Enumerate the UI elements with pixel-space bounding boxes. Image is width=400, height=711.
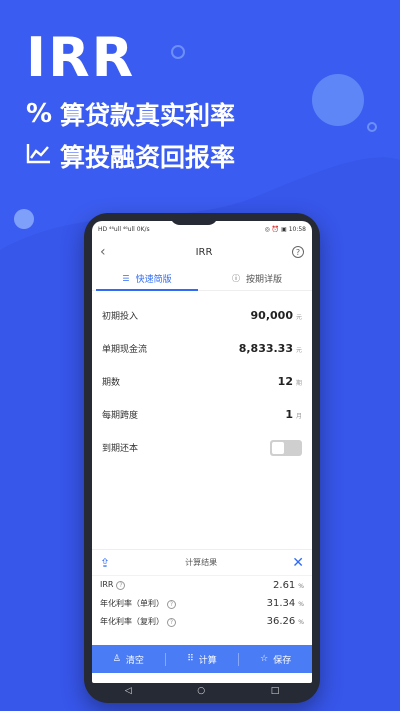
calculate-button[interactable]: ⠿ 计算 [166, 652, 240, 666]
share-icon[interactable]: ⇪ [100, 556, 110, 570]
promo-line-loan-text: 算贷款真实利率 [60, 101, 236, 130]
toggle-knob [272, 441, 284, 454]
field-value[interactable]: 90,000 [251, 309, 293, 322]
tab-detailed-label: 按期详版 [245, 275, 282, 285]
save-button[interactable]: ☆ 保存 [239, 653, 312, 666]
calculator-icon: ⠿ [187, 654, 194, 664]
field-value[interactable]: 1 [285, 408, 293, 421]
result-row-irr: IRR? 2.61% [92, 576, 312, 594]
tab-detailed[interactable]: ⓘ 按期详版 [202, 267, 312, 290]
info-icon[interactable]: ? [167, 599, 176, 609]
result-panel: ⇪ 计算结果 ✕ IRR? 2.61% 年化利率（单利）? 31.34% 年化利… [92, 549, 312, 645]
result-label: 年化利率（复利） [100, 616, 164, 626]
result-unit: % [298, 618, 304, 626]
phone-frame: HD ⁴⁶ull ⁴⁶ull 0K/s ◎ ⏰ ▣ 10:58 ‹ IRR ? … [84, 213, 320, 703]
percent-icon: % [26, 99, 53, 129]
app-bar: ‹ IRR ? [92, 237, 312, 267]
result-header: ⇪ 计算结果 ✕ [92, 550, 312, 576]
field-unit: 月 [295, 413, 302, 420]
result-value: 31.34 [266, 597, 296, 609]
phone-notch [170, 213, 218, 225]
result-label: 年化利率（单利） [100, 598, 164, 608]
back-icon[interactable]: ‹ [100, 244, 116, 260]
field-principal-at-maturity: 到期还本 [102, 431, 302, 464]
field-initial-investment[interactable]: 初期投入 90,000 元 [102, 299, 302, 332]
input-form: 初期投入 90,000 元 单期现金流 8,833.33 元 期数 12 期 每期跨度… [92, 291, 312, 464]
field-period-span[interactable]: 每期跨度 1月 [102, 398, 302, 431]
status-left: HD ⁴⁶ull ⁴⁶ull 0K/s [98, 225, 150, 233]
field-label: 期数 [102, 378, 121, 388]
chart-line-icon [26, 141, 60, 171]
tab-quick[interactable]: ☰ 快速简版 [92, 267, 202, 290]
close-icon[interactable]: ✕ [292, 555, 304, 571]
field-value[interactable]: 8,833.33 [239, 342, 293, 355]
help-icon[interactable]: ? [291, 246, 304, 258]
field-cash-flow[interactable]: 单期现金流 8,833.33 元 [102, 332, 302, 365]
field-periods[interactable]: 期数 12 期 [102, 365, 302, 398]
phone-screen: HD ⁴⁶ull ⁴⁶ull 0K/s ◎ ⏰ ▣ 10:58 ‹ IRR ? … [92, 221, 312, 683]
tab-quick-label: 快速简版 [135, 275, 172, 285]
tab-indicator [96, 289, 198, 291]
list-icon: ☰ [122, 274, 130, 283]
promo-line-investment-text: 算投融资回报率 [60, 143, 236, 172]
result-value: 36.26 [266, 615, 296, 627]
result-unit: % [298, 600, 304, 608]
system-nav-bar: ◁ ○ □ [92, 683, 312, 699]
bolt-circle-icon: ⓘ [231, 274, 240, 283]
field-value[interactable]: 12 [278, 375, 293, 388]
star-icon: ☆ [260, 654, 269, 664]
field-unit: 元 [295, 347, 302, 354]
result-title: 计算结果 [185, 558, 218, 567]
calculate-label: 计算 [198, 655, 217, 666]
field-label: 初期投入 [102, 312, 139, 322]
info-icon[interactable]: ? [167, 617, 176, 627]
info-icon[interactable]: ? [116, 581, 126, 590]
nav-home-icon[interactable]: ○ [197, 686, 205, 696]
field-label: 每期跨度 [102, 411, 139, 421]
toggle-label: 到期还本 [102, 444, 139, 454]
status-right: ◎ ⏰ ▣ 10:58 [264, 225, 306, 233]
promo-line-investment: 算投融资回报率 [26, 138, 235, 174]
clear-label: 清空 [125, 655, 144, 666]
result-value: 2.61 [273, 579, 296, 591]
result-row-compound-rate: 年化利率（复利）? 36.26% [92, 612, 312, 630]
broom-icon: ♙ [112, 654, 121, 664]
principal-toggle[interactable] [270, 439, 302, 456]
promo-line-loan: % 算贷款真实利率 [26, 96, 235, 132]
result-label: IRR [100, 580, 114, 589]
nav-recents-icon[interactable]: □ [271, 686, 280, 696]
action-bar: ♙ 清空 ⠿ 计算 ☆ 保存 [92, 645, 312, 673]
page-title: IRR [195, 246, 213, 258]
field-label: 单期现金流 [102, 345, 148, 355]
field-unit: 期 [295, 380, 302, 387]
clear-button[interactable]: ♙ 清空 [92, 652, 166, 666]
result-unit: % [298, 582, 304, 590]
result-row-simple-rate: 年化利率（单利）? 31.34% [92, 594, 312, 612]
nav-back-icon[interactable]: ◁ [125, 686, 132, 696]
promo-title: IRR [26, 26, 136, 89]
mode-tabs: ☰ 快速简版 ⓘ 按期详版 [92, 267, 312, 291]
save-label: 保存 [273, 655, 292, 666]
field-unit: 元 [295, 314, 302, 321]
